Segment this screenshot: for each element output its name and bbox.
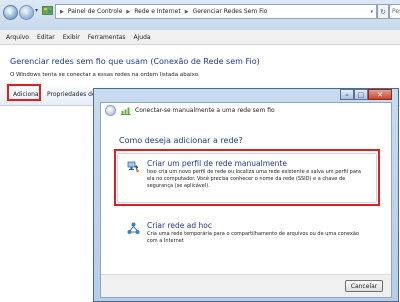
minimize-button[interactable]: –: [340, 89, 354, 100]
close-button[interactable]: ✕: [368, 89, 392, 100]
minimize-icon: –: [345, 90, 349, 99]
network-list-area: [0, 106, 95, 302]
breadcrumb-manage-wireless[interactable]: Gerenciar Redes Sem Fio: [193, 8, 268, 15]
breadcrumb-separator-icon: ▶: [60, 8, 64, 15]
breadcrumb-separator-icon: ▶: [126, 8, 131, 15]
page-title: Gerenciar redes sem fio que usam (Conexã…: [10, 57, 260, 66]
network-adhoc-icon: [127, 222, 140, 234]
breadcrumb-control-panel[interactable]: Painel de Controle: [68, 8, 123, 15]
dialog-body: ‹ Conectar-se manualmente a uma rede sem…: [100, 102, 392, 298]
forward-arrow-icon: ›: [24, 7, 29, 17]
control-panel-icon: [42, 6, 53, 15]
highlight-box-add: [7, 84, 41, 101]
menu-bar: Arquivo Editar Exibir Ferramentas Ajuda: [0, 30, 400, 45]
back-arrow-icon: ‹: [8, 7, 13, 17]
dialog-header: ‹ Conectar-se manualmente a uma rede sem…: [101, 103, 391, 117]
dialog-footer: Cancelar: [101, 274, 391, 297]
address-bar-area: ‹ › ▾ ▶ Painel de Controle ▶ Rede e Inte…: [0, 0, 400, 31]
menu-edit[interactable]: Editar: [37, 34, 55, 41]
page-description: O Windows tenta se conectar a essas rede…: [10, 72, 200, 78]
menu-help[interactable]: Ajuda: [134, 34, 151, 41]
forward-button[interactable]: ›: [19, 5, 34, 20]
dialog-back-button[interactable]: ‹: [105, 104, 116, 116]
breadcrumb-network-internet[interactable]: Rede e Internet: [134, 8, 180, 15]
back-arrow-icon: ‹: [109, 106, 112, 114]
maximize-button[interactable]: □: [354, 89, 368, 100]
window-controls: – □ ✕: [340, 89, 392, 100]
close-icon: ✕: [377, 90, 383, 99]
manual-connect-dialog: – □ ✕ ‹ Conectar-se manualmente a uma re…: [93, 88, 399, 302]
menu-tools[interactable]: Ferramentas: [88, 34, 126, 41]
address-dropdown-icon[interactable]: ▾: [370, 9, 373, 15]
recent-pages-dropdown-icon[interactable]: ▾: [35, 7, 38, 14]
address-box[interactable]: ▶ Painel de Controle ▶ Rede e Internet ▶…: [55, 4, 377, 19]
dialog-question: Como deseja adicionar a rede?: [119, 136, 243, 145]
dialog-title: Conectar-se manualmente a uma rede sem f…: [135, 106, 275, 114]
menu-file[interactable]: Arquivo: [6, 34, 29, 41]
option-adhoc-title[interactable]: Criar rede ad hoc: [147, 221, 212, 230]
option-adhoc-description: Cria uma rede temporária para o comparti…: [147, 231, 359, 244]
back-button[interactable]: ‹: [3, 5, 18, 20]
highlight-box-manual: [114, 149, 380, 206]
refresh-icon: ↻: [380, 7, 386, 16]
menu-view[interactable]: Exibir: [63, 34, 80, 41]
cancel-button[interactable]: Cancelar: [345, 280, 383, 292]
wireless-network-icon: [121, 107, 131, 115]
breadcrumb-separator-icon: ▶: [184, 8, 189, 15]
refresh-button[interactable]: ↻: [377, 4, 389, 19]
maximize-icon: □: [357, 90, 365, 99]
search-input[interactable]: Pesquisar: [389, 4, 400, 19]
